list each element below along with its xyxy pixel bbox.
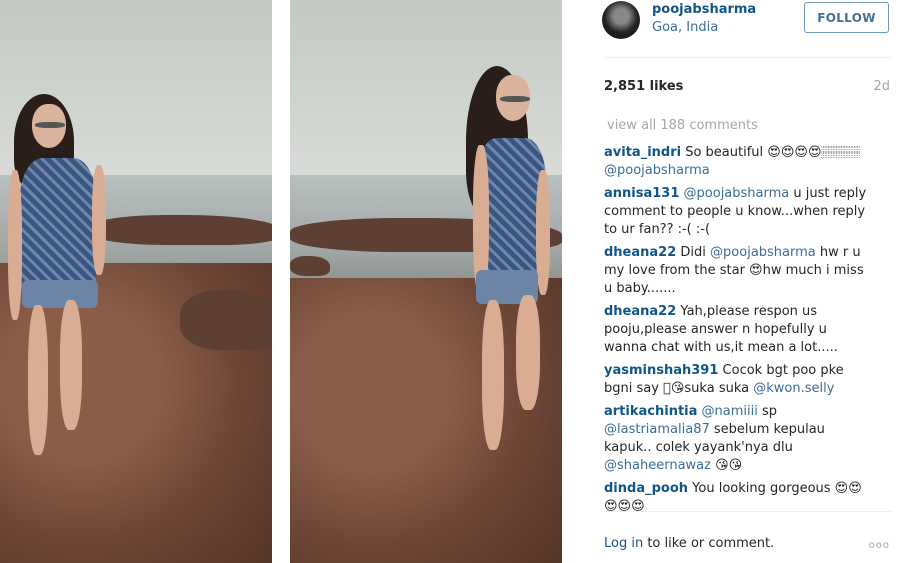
comment-mention[interactable]: @poojabsharma	[684, 186, 790, 201]
comment-username[interactable]: dheana22	[604, 245, 676, 260]
divider	[604, 57, 891, 58]
avatar[interactable]	[602, 1, 640, 39]
view-all-comments-link[interactable]: view all 188 comments	[607, 118, 758, 133]
comment-text: 😘😘	[710, 458, 743, 473]
comment-text: sp	[757, 404, 778, 419]
comment-mention[interactable]: @poojabsharma	[604, 163, 710, 178]
comment-mention[interactable]: @lastriamalia87	[604, 422, 710, 437]
login-prompt-text: to like or comment.	[643, 536, 775, 551]
comment-item: avita_indri So beautiful 😍😍😍😍🏽🏽🏽 @poojab…	[604, 144, 872, 180]
rock-ledge	[290, 256, 330, 276]
post-location[interactable]: Goa, India	[652, 20, 718, 35]
comment-mention[interactable]: @shaheernawaz	[604, 458, 711, 473]
comment-item: dheana22 Yah,please respon us pooju,plea…	[604, 303, 872, 357]
follow-button[interactable]: FOLLOW	[804, 2, 889, 33]
comment-item: dheana22 Didi @poojabsharma hw r u my lo…	[604, 244, 872, 298]
comment-mention[interactable]: @poojabsharma	[710, 245, 816, 260]
comment-username[interactable]: annisa131	[604, 186, 679, 201]
divider	[604, 511, 891, 512]
comment-username[interactable]: avita_indri	[604, 145, 681, 160]
post-sidebar: poojabsharma Goa, India FOLLOW 2,851 lik…	[590, 0, 898, 563]
post-photo-right[interactable]	[290, 0, 562, 563]
comment-item: artikachintia @namiiii sp @lastriamalia8…	[604, 403, 872, 475]
more-options-icon[interactable]: ooo	[869, 540, 890, 551]
comment-username[interactable]: dinda_pooh	[604, 481, 688, 496]
comment-item: yasminshah391 Cocok bgt poo pke bgni say…	[604, 362, 872, 398]
login-link[interactable]: Log in	[604, 536, 643, 551]
post-username[interactable]: poojabsharma	[652, 2, 756, 17]
rock-ledge	[180, 290, 272, 350]
comment-username[interactable]: artikachintia	[604, 404, 697, 419]
login-prompt: Log in to like or comment.	[604, 536, 774, 551]
post-photo-left[interactable]	[0, 0, 272, 563]
comment-item: annisa131 @poojabsharma u just reply com…	[604, 185, 872, 239]
likes-count[interactable]: 2,851 likes	[604, 79, 683, 94]
comment-mention[interactable]: @namiiii	[702, 404, 758, 419]
comment-mention[interactable]: @kwon.selly	[753, 381, 834, 396]
comment-text: So beautiful 😍😍😍😍🏽🏽🏽	[685, 145, 861, 160]
comment-text: Didi	[680, 245, 711, 260]
post-age[interactable]: 2d	[873, 79, 890, 94]
comment-username[interactable]: yasminshah391	[604, 363, 718, 378]
comments-list: avita_indri So beautiful 😍😍😍😍🏽🏽🏽 @poojab…	[604, 144, 872, 521]
rock-ledge	[90, 215, 272, 245]
comment-username[interactable]: dheana22	[604, 304, 676, 319]
